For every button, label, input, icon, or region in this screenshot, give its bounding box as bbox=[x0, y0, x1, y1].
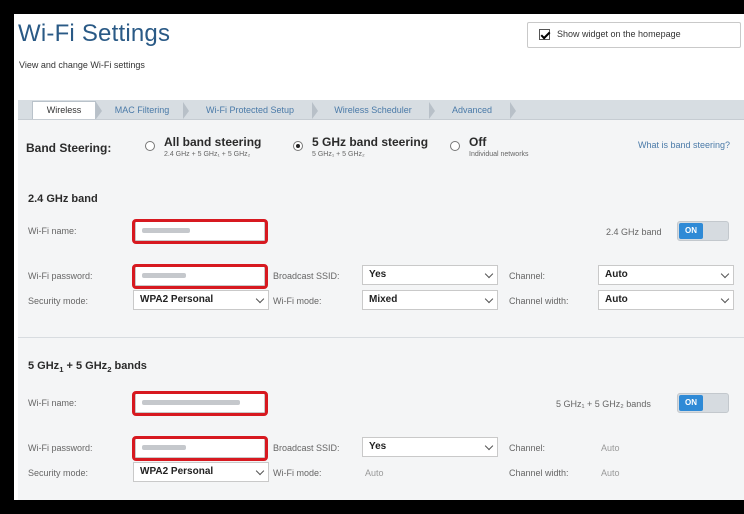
band24-security-value: WPA2 Personal bbox=[140, 294, 214, 305]
tab-advanced[interactable]: Advanced bbox=[436, 102, 508, 119]
5ghz-band-steering-title: 5 GHz band steering bbox=[312, 135, 429, 149]
band24-wifi-mode-value: Mixed bbox=[369, 294, 398, 305]
band5-security-value: WPA2 Personal bbox=[140, 466, 214, 477]
show-widget-label: Show widget on the homepage bbox=[557, 29, 681, 39]
band-steering-help-link[interactable]: What is band steering? bbox=[638, 140, 730, 150]
off-title: Off bbox=[469, 135, 487, 149]
band5-password-label: Wi-Fi password: bbox=[28, 443, 93, 453]
chevron-down-icon bbox=[484, 441, 494, 451]
tab-wifi-protected-setup[interactable]: Wi-Fi Protected Setup bbox=[190, 102, 310, 119]
band24-wifi-name-label: Wi-Fi name: bbox=[28, 226, 77, 236]
band5-broadcast-select[interactable]: Yes bbox=[362, 437, 498, 457]
band5-broadcast-value: Yes bbox=[369, 441, 387, 452]
band5-toggle-on: ON bbox=[679, 395, 703, 411]
tab-wireless[interactable]: Wireless bbox=[32, 101, 96, 121]
tab-separator bbox=[183, 102, 189, 119]
band5-heading-mid: + 5 GHz bbox=[63, 360, 108, 372]
band24-password-label: Wi-Fi password: bbox=[28, 271, 93, 281]
band24-channel-width-label: Channel width: bbox=[509, 296, 569, 306]
band5-broadcast-label: Broadcast SSID: bbox=[273, 443, 340, 453]
chevron-down-icon bbox=[484, 294, 494, 304]
band24-broadcast-label: Broadcast SSID: bbox=[273, 271, 340, 281]
band5-heading-end: bands bbox=[111, 360, 147, 372]
tab-separator bbox=[429, 102, 435, 119]
all-band-steering-sub: 2.4 GHz + 5 GHz₁ + 5 GHz₂ bbox=[164, 151, 251, 158]
band24-toggle[interactable]: ON bbox=[677, 221, 729, 241]
5ghz-band-steering-sub: 5 GHz₁ + 5 GHz₂ bbox=[312, 151, 365, 158]
highlight-box bbox=[132, 436, 268, 461]
band24-toggle-on: ON bbox=[679, 223, 703, 239]
chevron-down-icon bbox=[720, 269, 730, 279]
page-title: Wi-Fi Settings bbox=[18, 20, 171, 47]
radio-5ghz-band-steering[interactable] bbox=[293, 141, 303, 151]
band24-heading: 2.4 GHz band bbox=[28, 193, 98, 205]
radio-off[interactable] bbox=[450, 141, 460, 151]
section-divider bbox=[18, 337, 744, 338]
band5-security-label: Security mode: bbox=[28, 468, 89, 478]
band5-toggle-label: 5 GHz₁ + 5 GHz₂ bands bbox=[556, 399, 651, 409]
chevron-down-icon bbox=[255, 294, 265, 304]
band5-wifi-mode-label: Wi-Fi mode: bbox=[273, 468, 322, 478]
band24-security-select[interactable]: WPA2 Personal bbox=[133, 290, 269, 310]
band24-toggle-label: 2.4 GHz band bbox=[606, 227, 662, 237]
band5-security-select[interactable]: WPA2 Personal bbox=[133, 462, 269, 482]
band24-broadcast-select[interactable]: Yes bbox=[362, 265, 498, 285]
band5-wifi-mode-value: Auto bbox=[365, 468, 384, 478]
band24-channel-width-select[interactable]: Auto bbox=[598, 290, 734, 310]
off-sub: Individual networks bbox=[469, 151, 529, 158]
highlight-box bbox=[132, 264, 268, 289]
chevron-down-icon bbox=[255, 466, 265, 476]
all-band-steering-title: All band steering bbox=[164, 135, 262, 149]
band5-channel-width-value: Auto bbox=[601, 468, 620, 478]
band24-wifi-mode-label: Wi-Fi mode: bbox=[273, 296, 322, 306]
band24-wifi-mode-select[interactable]: Mixed bbox=[362, 290, 498, 310]
band-steering-label: Band Steering: bbox=[26, 141, 112, 155]
band5-toggle[interactable]: ON bbox=[677, 393, 729, 413]
tab-separator bbox=[312, 102, 318, 119]
band24-channel-label: Channel: bbox=[509, 271, 546, 281]
band5-heading: 5 GHz1 + 5 GHz2 bands bbox=[28, 360, 147, 374]
show-widget-option[interactable]: Show widget on the homepage bbox=[527, 22, 741, 48]
tab-wireless-scheduler[interactable]: Wireless Scheduler bbox=[319, 102, 427, 119]
highlight-box bbox=[132, 391, 268, 416]
band24-broadcast-value: Yes bbox=[369, 269, 387, 280]
band24-security-label: Security mode: bbox=[28, 296, 89, 306]
band5-heading-main: 5 GHz bbox=[28, 360, 60, 372]
band5-channel-label: Channel: bbox=[509, 443, 546, 453]
tab-mac-filtering[interactable]: MAC Filtering bbox=[103, 102, 181, 119]
band5-wifi-name-label: Wi-Fi name: bbox=[28, 398, 77, 408]
band24-channel-width-value: Auto bbox=[605, 294, 628, 305]
wifi-settings-panel: Wi-Fi Settings View and change Wi-Fi set… bbox=[14, 14, 744, 500]
show-widget-checkbox[interactable] bbox=[539, 29, 550, 40]
page-subtitle: View and change Wi-Fi settings bbox=[19, 60, 145, 70]
band5-channel-value: Auto bbox=[601, 443, 620, 453]
chevron-down-icon bbox=[484, 269, 494, 279]
tab-separator bbox=[96, 102, 102, 119]
highlight-box bbox=[132, 219, 268, 244]
chevron-down-icon bbox=[720, 294, 730, 304]
radio-all-band-steering[interactable] bbox=[145, 141, 155, 151]
tab-separator bbox=[510, 102, 516, 119]
band24-channel-select[interactable]: Auto bbox=[598, 265, 734, 285]
band24-channel-value: Auto bbox=[605, 269, 628, 280]
band5-channel-width-label: Channel width: bbox=[509, 468, 569, 478]
